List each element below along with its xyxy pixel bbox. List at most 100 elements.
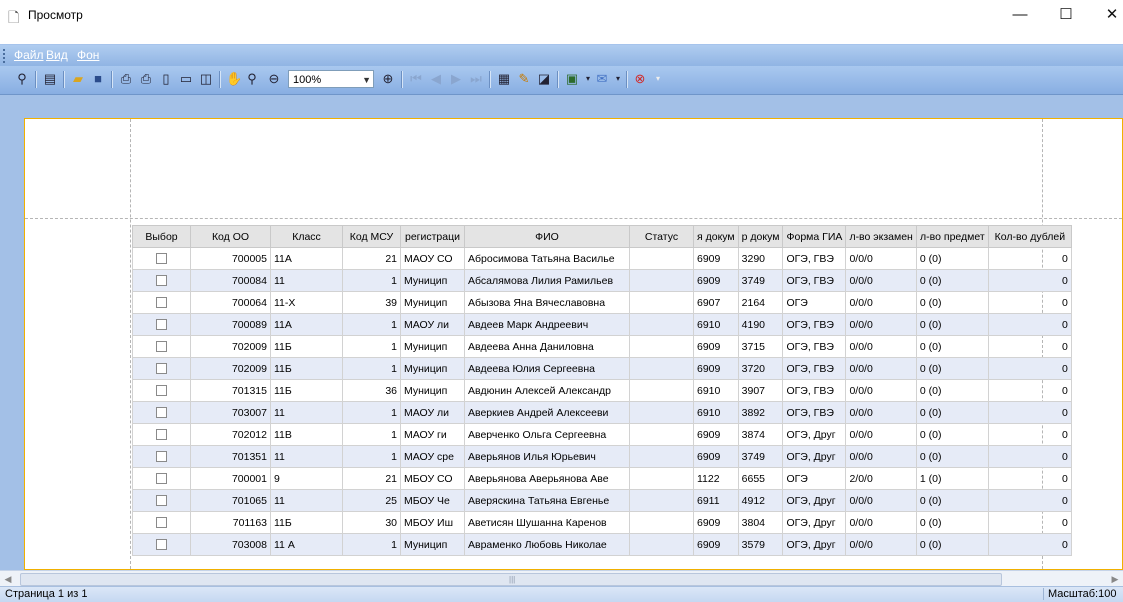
- scroll-right-icon[interactable]: ▶: [1107, 571, 1123, 587]
- horizontal-scrollbar[interactable]: ◀ ||| ▶: [0, 570, 1123, 587]
- col-exam-count-header[interactable]: л-во экзамен: [845, 225, 917, 248]
- table-row[interactable]: 701065 11 25 МБОУ Че Аверяскина Татьяна Евге…: [132, 489, 1072, 512]
- cell-select[interactable]: [132, 313, 191, 336]
- cell-select[interactable]: [132, 335, 191, 358]
- row-checkbox[interactable]: [156, 473, 167, 485]
- row-checkbox[interactable]: [156, 517, 167, 529]
- row-checkbox[interactable]: [156, 451, 167, 463]
- col-doc-number-header[interactable]: р докум: [737, 225, 784, 248]
- send-email-icon[interactable]: ✉: [594, 71, 610, 87]
- row-checkbox[interactable]: [156, 319, 167, 331]
- row-checkbox[interactable]: [156, 495, 167, 507]
- menu-file[interactable]: Файл: [14, 48, 44, 62]
- zoom-in-icon[interactable]: ⊕: [380, 71, 396, 87]
- color-icon[interactable]: ✎: [516, 71, 532, 87]
- table-row[interactable]: 702009 11Б 1 Муницип Авдеева Анна Даниловна 6…: [132, 335, 1072, 358]
- save-icon[interactable]: ■: [90, 71, 106, 87]
- export-icon[interactable]: ▣: [564, 71, 580, 87]
- col-select-header[interactable]: Выбор: [132, 225, 191, 248]
- watermark-icon[interactable]: ◪: [536, 71, 552, 87]
- cell-select[interactable]: [132, 489, 191, 512]
- first-page-icon[interactable]: ⏮: [408, 71, 424, 87]
- scroll-left-icon[interactable]: ◀: [0, 571, 16, 587]
- maximize-button[interactable]: ☐: [1043, 0, 1089, 30]
- magnifier-icon[interactable]: ⚲: [244, 71, 260, 87]
- table-row[interactable]: 702012 11В 1 МАОУ ги Аверченко Ольга Сергеев…: [132, 423, 1072, 446]
- minimize-button[interactable]: —: [997, 0, 1043, 30]
- menu-grip[interactable]: [3, 49, 7, 63]
- scale-icon[interactable]: ◫: [198, 71, 214, 87]
- multiple-pages-icon[interactable]: ▦: [496, 71, 512, 87]
- col-doc-series-header[interactable]: я докум: [693, 225, 739, 248]
- table-row[interactable]: 701315 11Б 36 Муницип Авдюнин Алексей Алекса…: [132, 379, 1072, 402]
- zoom-combo[interactable]: 100% ▼: [288, 70, 374, 88]
- find-icon[interactable]: ⚲: [14, 71, 30, 87]
- cell-registration: МАОУ ли: [400, 401, 465, 424]
- table-row[interactable]: 700005 11А 21 МАОУ СО Абросимова Татьяна Вас…: [132, 247, 1072, 270]
- cell-select[interactable]: [132, 511, 191, 534]
- col-registration-header[interactable]: регистраци: [400, 225, 465, 248]
- print-icon[interactable]: ⎙: [138, 71, 154, 87]
- cell-select[interactable]: [132, 423, 191, 446]
- cell-select[interactable]: [132, 445, 191, 468]
- table-row[interactable]: 700089 11А 1 МАОУ ли Авдеев Марк Андреевич 69…: [132, 313, 1072, 336]
- row-checkbox[interactable]: [156, 253, 167, 265]
- chevron-down-icon[interactable]: ▼: [362, 71, 371, 89]
- col-class-header[interactable]: Класс: [270, 225, 343, 248]
- row-checkbox[interactable]: [156, 275, 167, 287]
- table-row[interactable]: 700001 9 21 МБОУ СО Аверьянова Аверьянова Ав…: [132, 467, 1072, 490]
- table-row[interactable]: 703008 11 А 1 Муницип Авраменко Любовь Никол…: [132, 533, 1072, 556]
- print-dialog-icon[interactable]: ⎙: [118, 71, 134, 87]
- table-row[interactable]: 700064 11-Х 39 Муницип Абызова Яна Вячеславо…: [132, 291, 1072, 314]
- row-checkbox[interactable]: [156, 385, 167, 397]
- col-oo-code-header[interactable]: Код ОО: [190, 225, 271, 248]
- col-subject-count-header[interactable]: л-во предмет: [915, 225, 989, 248]
- col-duplicates-header[interactable]: Кол-во дублей: [987, 225, 1072, 248]
- cell-gia-form: ОГЭ, Друг: [782, 423, 847, 446]
- menu-view[interactable]: Вид: [46, 48, 68, 62]
- close-button[interactable]: ✕: [1089, 0, 1123, 30]
- page-setup-icon[interactable]: ▯: [158, 71, 174, 87]
- last-page-icon[interactable]: ⏭: [468, 71, 484, 87]
- window-title: Просмотр: [28, 8, 83, 22]
- row-checkbox[interactable]: [156, 341, 167, 353]
- row-checkbox[interactable]: [156, 297, 167, 309]
- open-icon[interactable]: ▰: [70, 71, 86, 87]
- prev-page-icon[interactable]: ◀: [428, 71, 444, 87]
- chevron-down-icon[interactable]: ▾: [610, 71, 626, 87]
- table-row[interactable]: 700084 11 1 Муницип Абсалямова Лилия Рамилье…: [132, 269, 1072, 292]
- cell-select[interactable]: [132, 401, 191, 424]
- scrollbar-thumb[interactable]: |||: [20, 573, 1002, 586]
- col-fio-header[interactable]: ФИО: [464, 225, 630, 248]
- close-preview-icon[interactable]: ⊗: [632, 71, 648, 87]
- cell-doc-number: 3290: [737, 247, 784, 270]
- cell-select[interactable]: [132, 269, 191, 292]
- hand-tool-icon[interactable]: ✋: [226, 71, 242, 87]
- thumb-grip-icon: |||: [509, 575, 516, 584]
- chevron-down-icon[interactable]: ▾: [650, 71, 666, 87]
- cell-select[interactable]: [132, 291, 191, 314]
- col-status-header[interactable]: Статус: [629, 225, 694, 248]
- cell-select[interactable]: [132, 379, 191, 402]
- cell-select[interactable]: [132, 357, 191, 380]
- row-checkbox[interactable]: [156, 407, 167, 419]
- menu-background[interactable]: Фон: [77, 48, 99, 62]
- table-row[interactable]: 701351 11 1 МАОУ сре Аверьянов Илья Юрьевич 6…: [132, 445, 1072, 468]
- col-msu-code-header[interactable]: Код МСУ: [342, 225, 401, 248]
- cell-select[interactable]: [132, 533, 191, 556]
- cell-select[interactable]: [132, 467, 191, 490]
- table-row[interactable]: 702009 11Б 1 Муницип Авдеева Юлия Сергеевна 6…: [132, 357, 1072, 380]
- table-row[interactable]: 703007 11 1 МАОУ ли Аверкиев Андрей Алексеев…: [132, 401, 1072, 424]
- customize-icon[interactable]: ▤: [42, 71, 58, 87]
- row-checkbox[interactable]: [156, 363, 167, 375]
- zoom-out-icon[interactable]: ⊖: [266, 71, 282, 87]
- col-gia-form-header[interactable]: Форма ГИА: [782, 225, 847, 248]
- cell-gia-form: ОГЭ, Друг: [782, 445, 847, 468]
- header-footer-icon[interactable]: ▭: [178, 71, 194, 87]
- cell-select[interactable]: [132, 247, 191, 270]
- row-checkbox[interactable]: [156, 429, 167, 441]
- table-row[interactable]: 701163 11Б 30 МБОУ Иш Аветисян Шушанна Карен…: [132, 511, 1072, 534]
- next-page-icon[interactable]: ▶: [448, 71, 464, 87]
- row-checkbox[interactable]: [156, 539, 167, 551]
- cell-duplicates: 0: [987, 247, 1072, 270]
